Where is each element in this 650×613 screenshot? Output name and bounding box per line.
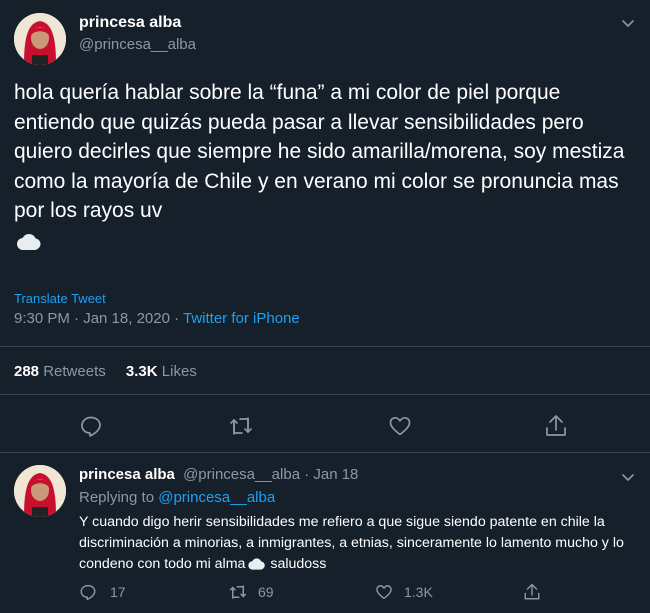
tweet-meta: 9:30 PM · Jan 18, 2020 · Twitter for iPh… <box>14 310 300 327</box>
tweet-timestamp[interactable]: 9:30 PM · Jan 18, 2020 · <box>14 310 183 327</box>
like-heart-icon[interactable] <box>388 414 412 438</box>
reply-chevron-down-icon[interactable] <box>620 469 636 485</box>
replying-to-handle[interactable]: @princesa__alba <box>158 489 275 506</box>
replying-to: Replying to @princesa__alba <box>79 489 275 506</box>
reply-comment-icon <box>79 583 97 601</box>
chevron-down-icon[interactable] <box>620 15 636 31</box>
reply-body: Y cuando digo herir sensibilidades me re… <box>79 514 624 572</box>
divider <box>0 394 650 395</box>
reply-avatar[interactable] <box>14 465 66 517</box>
cloud-emoji-icon <box>14 231 42 251</box>
reply-retweet-icon <box>228 583 248 601</box>
divider <box>0 346 650 347</box>
likes-label: Likes <box>161 363 197 380</box>
retweet-count: 69 <box>258 584 274 600</box>
reply-body-end: saludoss <box>266 556 327 572</box>
display-name[interactable]: princesa alba <box>79 14 181 32</box>
handle[interactable]: @princesa__alba <box>79 36 196 53</box>
avatar[interactable] <box>14 13 66 65</box>
share-icon[interactable] <box>544 413 568 439</box>
engagement-stats: 288 Retweets 3.3K Likes <box>14 363 197 380</box>
tweet-body: hola quería hablar sobre la “funa” a mi … <box>14 81 625 222</box>
reply-heart-icon <box>375 583 393 601</box>
retweets-stat[interactable]: 288 Retweets <box>14 363 110 380</box>
translate-tweet-link[interactable]: Translate Tweet <box>14 291 106 306</box>
replying-to-label: Replying to <box>79 489 159 506</box>
like-count: 1.3K <box>404 584 433 600</box>
reply-handle-date[interactable]: @princesa__alba · Jan 18 <box>183 466 358 483</box>
reply-cloud-emoji-icon <box>246 557 266 571</box>
reply-text: Y cuando digo herir sensibilidades me re… <box>79 512 637 575</box>
reply-display-name[interactable]: princesa alba <box>79 466 175 483</box>
retweet-icon[interactable] <box>228 414 254 438</box>
likes-count: 3.3K <box>125 363 158 380</box>
retweets-label: Retweets <box>43 363 106 380</box>
tweet-text: hola quería hablar sobre la “funa” a mi … <box>14 78 634 255</box>
likes-stat[interactable]: 3.3K Likes <box>126 363 197 380</box>
reply-icon[interactable] <box>79 414 103 438</box>
reply-header: princesa alba @princesa__alba · Jan 18 <box>79 466 358 483</box>
retweets-count: 288 <box>14 363 40 380</box>
divider <box>0 452 650 453</box>
tweet-source[interactable]: Twitter for iPhone <box>183 310 300 327</box>
reply-share-icon[interactable] <box>523 582 541 602</box>
reply-count: 17 <box>110 584 126 600</box>
